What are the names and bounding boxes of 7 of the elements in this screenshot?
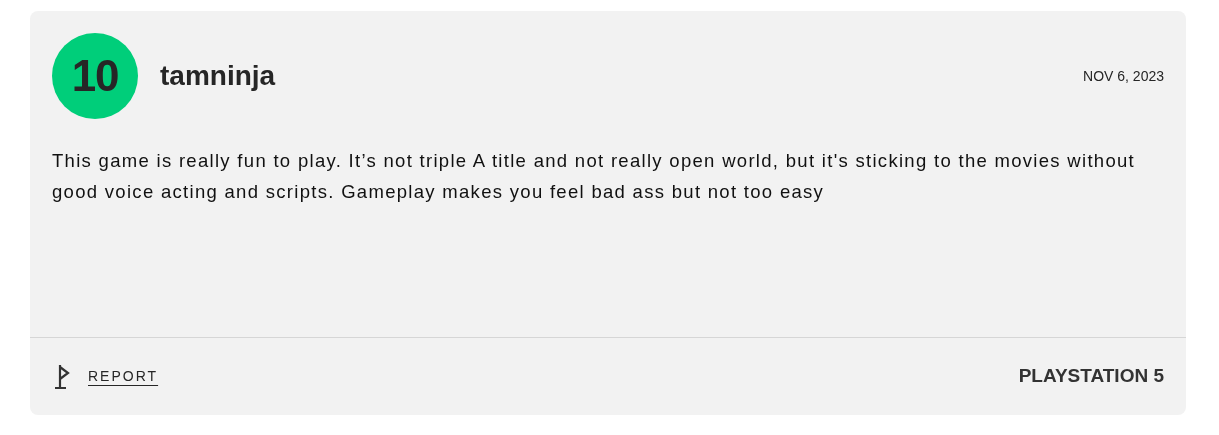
review-date: NOV 6, 2023 (1083, 66, 1164, 86)
score-badge: 10 (52, 33, 138, 119)
flag-icon (54, 362, 70, 391)
author-name: tamninja (160, 59, 276, 93)
platform-label: PLAYSTATION 5 (1018, 364, 1164, 389)
review-text: This game is really fun to play. It’s not triple A title and not really open world, but it's sticking to the movies without good voice acting and scripts. Gameplay makes you feel bad ass but not too easy (52, 149, 1137, 204)
report-link[interactable]: REPORT (88, 366, 159, 387)
